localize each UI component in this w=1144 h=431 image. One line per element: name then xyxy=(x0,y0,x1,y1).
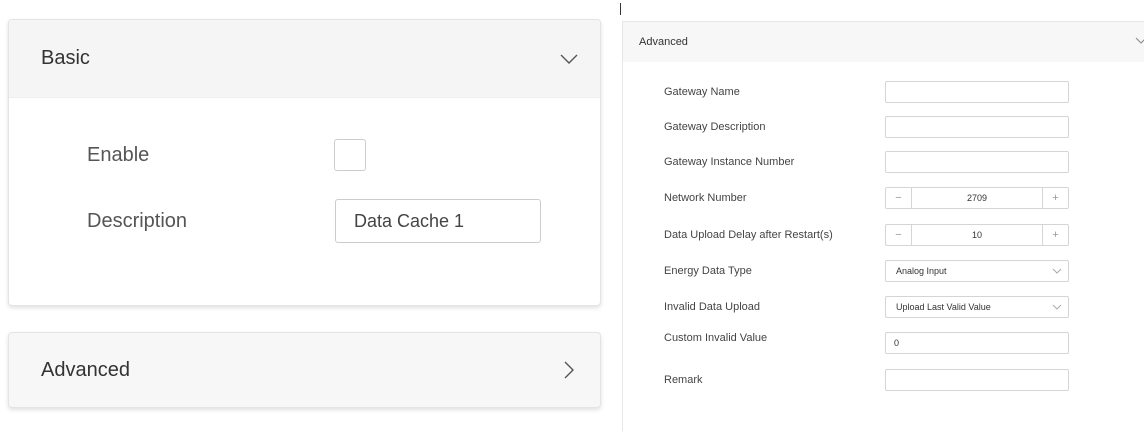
energy-type-row: Energy Data Type Analog Input xyxy=(623,260,1144,282)
gateway-description-input[interactable] xyxy=(885,116,1069,138)
invalid-upload-label: Invalid Data Upload xyxy=(664,301,761,313)
advanced-panel-title: Advanced xyxy=(41,358,130,381)
energy-type-label: Energy Data Type xyxy=(664,265,752,277)
invalid-upload-value: Upload Last Valid Value xyxy=(896,302,991,312)
chevron-down-icon xyxy=(1135,37,1144,44)
network-number-increment-button[interactable]: + xyxy=(1042,188,1068,208)
custom-invalid-input[interactable] xyxy=(885,332,1069,354)
advanced-panel-collapsed: Advanced xyxy=(8,332,601,408)
advanced-form-header[interactable]: Advanced xyxy=(623,22,1144,62)
upload-delay-value[interactable]: 10 xyxy=(912,225,1042,245)
gateway-name-row: Gateway Name xyxy=(623,81,1144,103)
basic-panel: Basic Enable Description xyxy=(8,19,601,306)
network-number-label: Network Number xyxy=(664,192,747,204)
description-row: Description xyxy=(9,198,600,244)
chevron-right-icon xyxy=(558,359,580,381)
upload-delay-stepper: − 10 + xyxy=(885,224,1069,246)
remark-input[interactable] xyxy=(885,369,1069,391)
chevron-down-icon xyxy=(558,48,580,70)
network-number-value[interactable]: 2709 xyxy=(912,188,1042,208)
invalid-upload-select[interactable]: Upload Last Valid Value xyxy=(885,296,1069,318)
description-input[interactable] xyxy=(335,199,541,243)
remark-label: Remark xyxy=(664,374,703,386)
gateway-instance-input[interactable] xyxy=(885,151,1069,173)
enable-row: Enable xyxy=(9,138,600,172)
advanced-form-panel: Advanced Gateway Name Gateway Descriptio… xyxy=(622,21,1144,431)
gateway-name-input[interactable] xyxy=(885,81,1069,103)
upload-delay-row: Data Upload Delay after Restart(s) − 10 … xyxy=(623,224,1144,246)
text-cursor xyxy=(620,3,621,15)
network-number-row: Network Number − 2709 + xyxy=(623,187,1144,209)
network-number-decrement-button[interactable]: − xyxy=(886,188,912,208)
advanced-form-title: Advanced xyxy=(639,36,688,48)
gateway-instance-row: Gateway Instance Number xyxy=(623,151,1144,173)
description-label: Description xyxy=(87,209,188,232)
advanced-panel-header[interactable]: Advanced xyxy=(9,333,600,407)
upload-delay-label: Data Upload Delay after Restart(s) xyxy=(664,229,833,241)
gateway-name-label: Gateway Name xyxy=(664,86,740,98)
enable-label: Enable xyxy=(87,143,150,166)
custom-invalid-row: Custom Invalid Value xyxy=(623,332,1144,354)
gateway-instance-label: Gateway Instance Number xyxy=(664,156,795,168)
chevron-down-icon xyxy=(1052,268,1062,274)
chevron-down-icon xyxy=(1052,304,1062,310)
custom-invalid-label: Custom Invalid Value xyxy=(664,332,768,344)
energy-type-select[interactable]: Analog Input xyxy=(885,260,1069,282)
basic-panel-header[interactable]: Basic xyxy=(9,20,600,98)
basic-panel-title: Basic xyxy=(41,47,90,69)
upload-delay-increment-button[interactable]: + xyxy=(1042,225,1068,245)
remark-row: Remark xyxy=(623,369,1144,391)
gateway-description-row: Gateway Description xyxy=(623,116,1144,138)
upload-delay-decrement-button[interactable]: − xyxy=(886,225,912,245)
invalid-upload-row: Invalid Data Upload Upload Last Valid Va… xyxy=(623,296,1144,318)
energy-type-value: Analog Input xyxy=(896,266,947,276)
gateway-description-label: Gateway Description xyxy=(664,121,766,133)
network-number-stepper: − 2709 + xyxy=(885,187,1069,209)
enable-checkbox[interactable] xyxy=(334,139,366,171)
